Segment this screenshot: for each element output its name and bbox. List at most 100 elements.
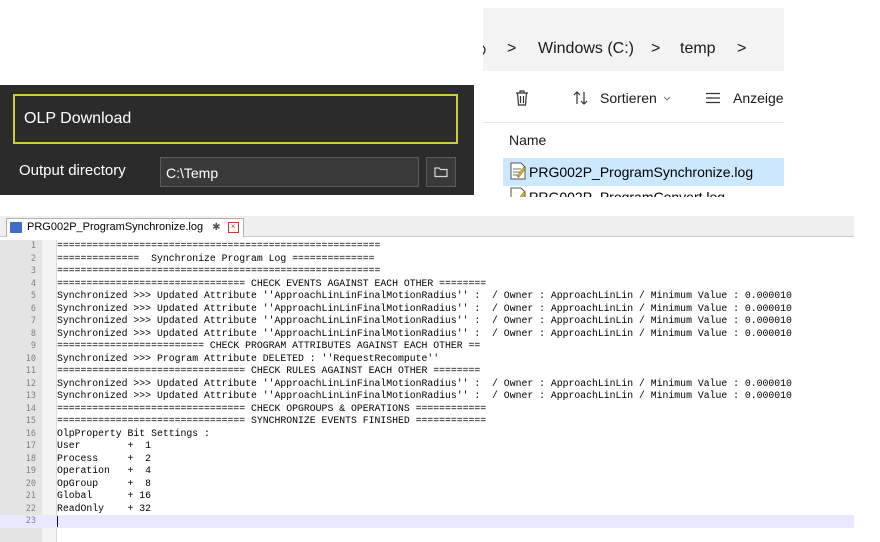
line-text: ================================ CHECK O… — [57, 402, 487, 414]
editor-line[interactable]: 2 ============== Synchronize Program Log … — [0, 253, 854, 266]
breadcrumb-item-temp[interactable]: temp — [680, 40, 716, 58]
log-file-icon — [510, 162, 526, 180]
line-number: 11 — [25, 366, 36, 376]
editor-line[interactable]: 18 Process + 2 — [0, 453, 854, 466]
line-text: Synchronized >>> Updated Attribute ''App… — [57, 315, 792, 326]
line-text: Synchronized >>> Updated Attribute ''App… — [57, 377, 792, 389]
editor-line[interactable]: 14 ================================ CHECK… — [0, 403, 854, 416]
editor-line[interactable]: 11 ================================ CHECK… — [0, 365, 854, 378]
editor-line[interactable]: 20 OpGroup + 8 — [0, 478, 854, 491]
line-number: 15 — [25, 416, 36, 426]
log-file-icon — [510, 187, 526, 197]
editor-line[interactable]: 21 Global + 16 — [0, 490, 854, 503]
view-button[interactable]: Anzeigen — [733, 90, 784, 106]
editor-line[interactable]: 17 User + 1 — [0, 440, 854, 453]
name-column-header[interactable]: Name — [509, 132, 546, 148]
editor-line[interactable]: 12 Synchronized >>> Updated Attribute ''A… — [0, 378, 854, 391]
browse-folder-button[interactable] — [426, 157, 456, 187]
line-number: 18 — [25, 453, 36, 464]
line-number: 9 — [30, 341, 36, 351]
line-text: ============== Synchronize Program Log =… — [57, 252, 375, 264]
file-explorer: > Windows (C:) > temp > Sortieren Anzeig… — [483, 0, 784, 197]
line-text: Global + 16 — [57, 490, 152, 501]
olp-panel: OLP Download Output directory C:\Temp — [0, 85, 474, 195]
line-number: 3 — [30, 266, 36, 276]
chevron-down-icon[interactable] — [663, 96, 671, 102]
output-directory-label: Output directory — [19, 162, 126, 179]
line-text: ReadOnly + 32 — [57, 502, 152, 514]
breadcrumb-separator: > — [507, 40, 517, 57]
line-number: 17 — [25, 441, 36, 451]
line-text: Synchronized >>> Program Attribute DELET… — [57, 352, 440, 364]
line-text: Process + 2 — [57, 452, 152, 464]
editor-line[interactable]: 1 =======================================… — [0, 240, 854, 253]
line-number: 8 — [30, 328, 36, 339]
saved-file-icon — [10, 222, 22, 233]
line-text: User + 1 — [57, 440, 152, 451]
delete-icon[interactable] — [514, 89, 530, 107]
breadcrumb-chevron[interactable]: > — [737, 40, 746, 58]
partial-chevron-icon — [483, 45, 486, 55]
code-area[interactable]: 1 =======================================… — [0, 240, 854, 528]
output-directory-input[interactable]: C:\Temp — [160, 157, 419, 187]
line-text: OpGroup + 8 — [57, 477, 152, 489]
line-text: ================================ SYNCHRO… — [57, 415, 487, 426]
editor-line[interactable]: 4 ================================ CHECK … — [0, 278, 854, 291]
tab-title: PRG002P_ProgramSynchronize.log — [27, 221, 204, 233]
line-number: 12 — [25, 378, 36, 389]
editor-line[interactable]: 6 Synchronized >>> Updated Attribute ''Ap… — [0, 303, 854, 316]
line-number: 13 — [25, 391, 36, 401]
line-text: ========================================… — [57, 240, 381, 251]
line-text: Synchronized >>> Updated Attribute ''App… — [57, 390, 792, 401]
line-number: 23 — [25, 516, 36, 526]
line-text: Synchronized >>> Updated Attribute ''App… — [57, 290, 792, 301]
line-text: ================================ CHECK R… — [57, 365, 481, 376]
editor-tab-bar: PRG002P_ProgramSynchronize.log ✱ × — [0, 216, 854, 237]
editor-line[interactable]: 5 Synchronized >>> Updated Attribute ''Ap… — [0, 290, 854, 303]
address-bar[interactable]: > Windows (C:) > temp > — [483, 8, 784, 71]
line-number: 7 — [30, 316, 36, 326]
editor-line[interactable]: 16 OlpProperty Bit Settings : — [0, 428, 854, 441]
breadcrumb-separator: > — [651, 40, 661, 57]
text-editor: PRG002P_ProgramSynchronize.log ✱ × 1 ====… — [0, 216, 854, 542]
line-number: 19 — [25, 466, 36, 476]
editor-line[interactable]: 8 Synchronized >>> Updated Attribute ''Ap… — [0, 328, 854, 341]
text-caret — [57, 516, 58, 527]
pin-icon[interactable]: ✱ — [212, 222, 220, 233]
olp-download-title: OLP Download — [24, 110, 132, 127]
line-text: ========================================… — [57, 265, 381, 276]
editor-line[interactable]: 22 ReadOnly + 32 — [0, 503, 854, 516]
editor-line[interactable]: 23 — [0, 515, 854, 528]
editor-line[interactable]: 7 Synchronized >>> Updated Attribute ''Ap… — [0, 315, 854, 328]
editor-line[interactable]: 3 =======================================… — [0, 265, 854, 278]
line-text: Synchronized >>> Updated Attribute ''App… — [57, 327, 792, 339]
close-icon[interactable]: × — [227, 221, 239, 233]
explorer-toolbar: Sortieren Anzeigen — [483, 72, 784, 123]
line-number: 16 — [25, 428, 36, 439]
editor-line[interactable]: 10 Synchronized >>> Program Attribute DEL… — [0, 353, 854, 366]
line-text: Synchronized >>> Updated Attribute ''App… — [57, 302, 792, 314]
sort-icon — [573, 91, 588, 105]
sort-button[interactable]: Sortieren — [600, 90, 657, 106]
line-number: 6 — [30, 303, 36, 314]
file-name[interactable]: PRG002P_ProgramConvert.log — [529, 189, 725, 197]
editor-line[interactable]: 9 ========================= CHECK PROGRAM… — [0, 340, 854, 353]
view-icon — [706, 92, 720, 104]
line-number: 20 — [25, 478, 36, 489]
breadcrumb-item-windows-c[interactable]: Windows (C:) — [538, 40, 634, 58]
line-number: 5 — [30, 291, 36, 301]
line-text: ================================ CHECK E… — [57, 277, 487, 289]
folder-icon — [434, 167, 448, 178]
tab-log-file[interactable]: PRG002P_ProgramSynchronize.log ✱ × — [6, 218, 244, 237]
file-name[interactable]: PRG002P_ProgramSynchronize.log — [529, 164, 753, 180]
line-text: Operation + 4 — [57, 465, 152, 476]
olp-download-section[interactable]: OLP Download — [13, 94, 458, 144]
editor-line[interactable]: 15 ================================ SYNCH… — [0, 415, 854, 428]
line-text: ========================= CHECK PROGRAM … — [57, 340, 481, 351]
line-number: 1 — [30, 241, 36, 251]
line-number: 21 — [25, 491, 36, 501]
line-number: 2 — [30, 253, 36, 264]
editor-line[interactable]: 13 Synchronized >>> Updated Attribute ''A… — [0, 390, 854, 403]
line-number: 10 — [25, 353, 36, 364]
editor-line[interactable]: 19 Operation + 4 — [0, 465, 854, 478]
